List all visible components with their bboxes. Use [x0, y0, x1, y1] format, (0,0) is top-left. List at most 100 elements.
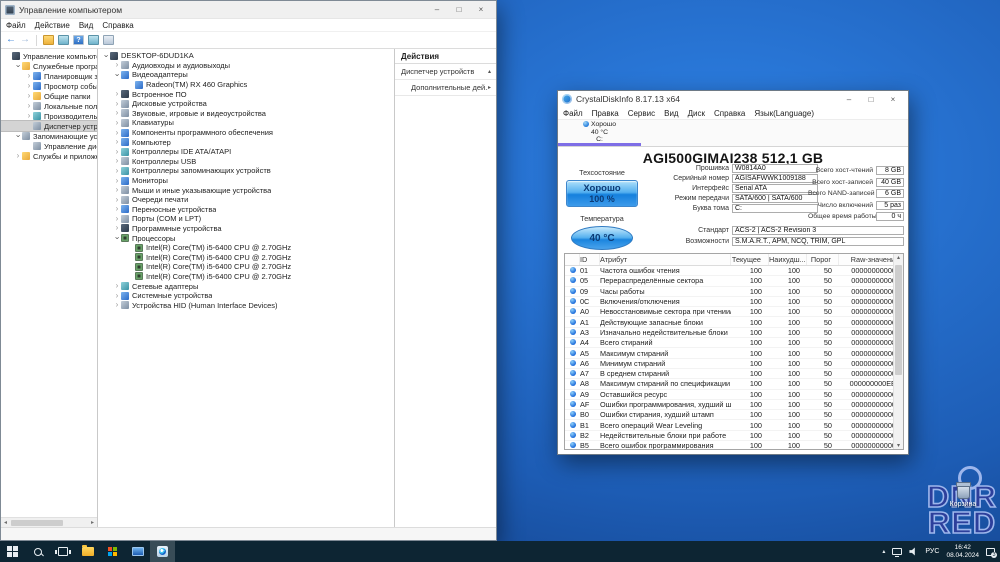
chevron-icon[interactable]: ›: [113, 157, 121, 165]
device-tree-item[interactable]: › Мыши и иные указывающие устройства: [98, 185, 394, 195]
close-icon[interactable]: ×: [882, 92, 904, 107]
chevron-icon[interactable]: ›: [113, 99, 121, 108]
chevron-icon[interactable]: ›: [113, 138, 121, 146]
device-tree-item[interactable]: › Компоненты программного обеспечения: [98, 128, 394, 138]
back-arrow-icon[interactable]: ←: [6, 35, 16, 45]
smart-row[interactable]: 05 Перераспределённые сектора 100 100 50…: [565, 276, 903, 287]
action-arrow-icon[interactable]: ▴: [488, 68, 491, 75]
tree-item[interactable]: › Служебные программы: [1, 61, 97, 71]
device-tree-item[interactable]: › Видеоадаптеры: [98, 70, 394, 80]
chevron-icon[interactable]: ›: [113, 195, 121, 204]
window-icon-2[interactable]: [88, 35, 99, 45]
tree-item[interactable]: › Локальные пользовате: [1, 101, 97, 111]
chevron-icon[interactable]: ›: [113, 176, 121, 185]
device-tree-item[interactable]: › Порты (COM и LPT): [98, 214, 394, 224]
chevron-icon[interactable]: ›: [14, 152, 22, 160]
start-button[interactable]: [0, 541, 25, 562]
minimize-icon[interactable]: –: [838, 92, 860, 107]
speaker-icon[interactable]: [909, 547, 915, 556]
scroll-right-icon[interactable]: ▸: [88, 519, 97, 526]
smart-table-scrollbar[interactable]: ▴ ▾: [893, 254, 903, 449]
chevron-icon[interactable]: ›: [113, 224, 121, 232]
menu-item[interactable]: Диск: [688, 109, 705, 118]
chevron-icon[interactable]: ›: [113, 205, 121, 213]
device-tree-item[interactable]: › Мониторы: [98, 176, 394, 186]
action-arrow-icon[interactable]: ▸: [488, 84, 491, 91]
tree-item[interactable]: › Запоминающие устройст: [1, 131, 97, 141]
device-tree-item[interactable]: › Переносные устройства: [98, 205, 394, 215]
tree-item[interactable]: › Просмотр событий: [1, 81, 97, 91]
smart-row[interactable]: AF Ошибки программирования, худший шта..…: [565, 400, 903, 411]
chevron-icon[interactable]: ›: [113, 234, 122, 242]
tree-item[interactable]: › Общие папки: [1, 91, 97, 101]
cm-titlebar[interactable]: Управление компьютером – □ ×: [1, 1, 496, 19]
device-tree-item[interactable]: › Встроенное ПО: [98, 89, 394, 99]
smart-row[interactable]: A7 В среднем стираний 100 100 50 0000000…: [565, 369, 903, 380]
folder-icon[interactable]: [43, 35, 54, 45]
chevron-icon[interactable]: ›: [25, 102, 33, 110]
device-tree-item[interactable]: › Аудиовходы и аудиовыходы: [98, 61, 394, 71]
minimize-icon[interactable]: –: [426, 2, 448, 17]
device-tree-item[interactable]: Intel(R) Core(TM) i5-6400 CPU @ 2.70GHz: [98, 272, 394, 282]
chevron-icon[interactable]: ›: [113, 128, 121, 137]
chevron-icon[interactable]: ›: [113, 282, 121, 290]
chevron-icon[interactable]: ›: [113, 61, 121, 69]
chevron-icon[interactable]: ›: [113, 147, 121, 156]
smart-row[interactable]: B0 Ошибки стирания, худший штамп 100 100…: [565, 410, 903, 421]
smart-row[interactable]: A4 Всего стираний 100 100 50 00000000008…: [565, 338, 903, 349]
notification-center-icon[interactable]: 3: [986, 547, 997, 558]
smart-row[interactable]: A9 Оставшийся ресурс 100 100 50 00000000…: [565, 390, 903, 400]
menu-item[interactable]: Файл: [6, 21, 26, 30]
id-column-header[interactable]: ID: [580, 254, 600, 265]
chevron-icon[interactable]: ›: [25, 112, 33, 120]
chevron-icon[interactable]: ›: [113, 214, 121, 223]
threshold-column-header[interactable]: Порог: [807, 254, 839, 265]
smart-row[interactable]: A1 Действующие запасные блоки 100 100 50…: [565, 317, 903, 328]
crystaldiskinfo-taskbar-button[interactable]: [150, 541, 175, 562]
menu-item[interactable]: Файл: [563, 109, 583, 118]
clock[interactable]: 16:42 08.04.2024: [946, 544, 979, 559]
action-item[interactable]: Дополнительные дей... ▸: [395, 80, 496, 96]
device-tree-item[interactable]: › Программные устройства: [98, 224, 394, 234]
tree-item[interactable]: Диспетчер устройств: [1, 120, 97, 132]
smart-row[interactable]: A6 Минимум стираний 100 100 50 000000000…: [565, 359, 903, 369]
chevron-icon[interactable]: ›: [102, 52, 111, 60]
language-indicator[interactable]: РУС: [925, 548, 939, 555]
search-button[interactable]: [25, 541, 50, 562]
chevron-icon[interactable]: ›: [113, 109, 121, 117]
help-icon[interactable]: ?: [73, 35, 84, 45]
window-icon[interactable]: [58, 35, 69, 45]
temperature-indicator[interactable]: 40 °C: [571, 226, 633, 250]
smart-row[interactable]: 01 Частота ошибок чтения 100 100 50 0000…: [565, 266, 903, 277]
worst-column-header[interactable]: Наихудш...: [769, 254, 807, 265]
device-tree-item[interactable]: › Очереди печати: [98, 195, 394, 205]
chevron-icon[interactable]: ›: [113, 186, 121, 194]
chevron-icon[interactable]: ›: [14, 62, 23, 70]
smart-row[interactable]: A0 Невосстановимые сектора при чтении/за…: [565, 307, 903, 318]
file-explorer-button[interactable]: [75, 541, 100, 562]
cdi-titlebar[interactable]: CrystalDiskInfo 8.17.13 x64 – □ ×: [558, 91, 908, 107]
store-button[interactable]: [100, 541, 125, 562]
device-tree-item[interactable]: › Устройства HID (Human Interface Device…: [98, 300, 394, 310]
device-tree-item[interactable]: Radeon(TM) RX 460 Graphics: [98, 80, 394, 90]
smart-row[interactable]: 0C Включения/отключения 100 100 50 00000…: [565, 297, 903, 308]
scroll-left-icon[interactable]: ◂: [1, 519, 10, 526]
smart-row[interactable]: B2 Недействительные блоки при работе 100…: [565, 431, 903, 442]
device-tree-item[interactable]: › Контроллеры запоминающих устройств: [98, 166, 394, 176]
chevron-icon[interactable]: ›: [113, 301, 121, 309]
tree-item[interactable]: › Службы и приложения: [1, 151, 97, 161]
scrollbar-thumb[interactable]: [895, 265, 902, 375]
menu-item[interactable]: Язык(Language): [754, 109, 814, 118]
smart-row[interactable]: A3 Изначально недействительные блоки 100…: [565, 328, 903, 339]
chevron-icon[interactable]: ›: [113, 90, 121, 98]
current-column-header[interactable]: Текущее: [731, 254, 769, 265]
menu-item[interactable]: Справка: [714, 109, 745, 118]
tree-item[interactable]: Управление дисками: [1, 141, 97, 151]
tray-overflow-chevron-icon[interactable]: ▴: [882, 548, 885, 555]
device-tree-item[interactable]: › Системные устройства: [98, 291, 394, 301]
device-tree-item[interactable]: › Контроллеры USB: [98, 157, 394, 167]
network-icon[interactable]: [892, 548, 903, 557]
menu-item[interactable]: Вид: [79, 21, 93, 30]
smart-row[interactable]: A8 Максимум стираний по спецификации 100…: [565, 379, 903, 390]
chevron-icon[interactable]: ›: [25, 72, 33, 80]
